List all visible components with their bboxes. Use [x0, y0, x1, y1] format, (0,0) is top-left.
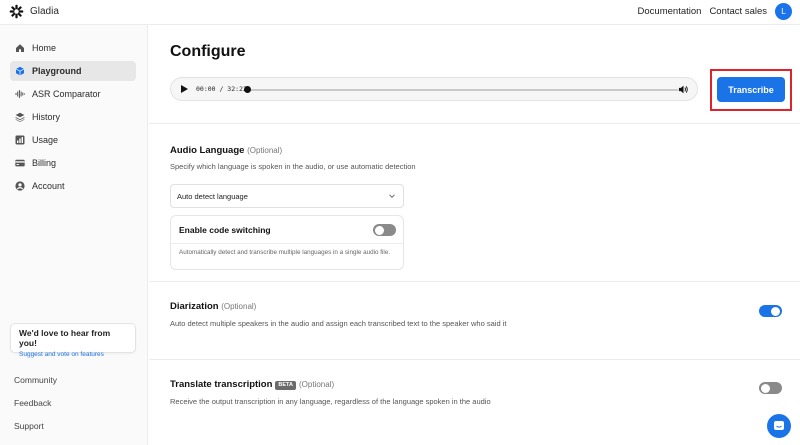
avatar[interactable]: L: [775, 3, 792, 20]
seek-handle[interactable]: [244, 86, 251, 93]
diarization-label: Diarization: [170, 301, 219, 312]
sidebar-item-playground[interactable]: Playground: [10, 61, 136, 81]
sidebar-item-home[interactable]: Home: [10, 38, 136, 58]
feedback-link[interactable]: Suggest and vote on features: [19, 351, 127, 358]
bar-chart-icon: [15, 135, 25, 145]
beta-badge: BETA: [275, 380, 296, 390]
brand[interactable]: Gladia: [9, 4, 59, 19]
language-select[interactable]: Auto detect language: [170, 184, 404, 208]
chevron-down-icon: [389, 194, 395, 199]
audio-language-description: Specify which language is spoken in the …: [170, 162, 416, 171]
top-bar: Gladia Documentation Contact sales L: [0, 0, 800, 25]
sidebar-item-label: Usage: [32, 135, 59, 145]
chat-icon: [774, 421, 784, 430]
sidebar-item-usage[interactable]: Usage: [10, 130, 136, 150]
layers-icon: [15, 112, 25, 122]
sidebar-item-history[interactable]: History: [10, 107, 136, 127]
diarization-toggle[interactable]: [759, 305, 782, 317]
play-icon[interactable]: [181, 85, 188, 93]
diarization-title: Diarization (Optional): [170, 301, 256, 312]
sidebar: Home Playground ASR Comparator History U…: [0, 25, 148, 445]
language-select-value: Auto detect language: [177, 192, 248, 201]
translate-description: Receive the output transcription in any …: [170, 397, 491, 406]
feedback-title: We'd love to hear from you!: [19, 328, 111, 348]
sidebar-item-label: Billing: [32, 158, 57, 168]
code-switching-toggle[interactable]: [373, 224, 396, 236]
cube-icon: [15, 66, 25, 76]
page-title: Configure: [170, 43, 246, 60]
diarization-description: Auto detect multiple speakers in the aud…: [170, 319, 507, 328]
optional-label: (Optional): [299, 380, 335, 389]
user-circle-icon: [15, 181, 25, 191]
feedback-card[interactable]: We'd love to hear from you! Suggest and …: [10, 323, 136, 358]
header-links: Documentation Contact sales: [638, 6, 767, 17]
sidebar-item-label: Playground: [32, 66, 82, 76]
support-link[interactable]: Support: [14, 421, 44, 431]
code-switching-card: Enable code switching Automatically dete…: [170, 215, 404, 270]
sidebar-item-label: Home: [32, 43, 57, 53]
code-switching-header: Enable code switching: [171, 216, 403, 244]
optional-label: (Optional): [221, 302, 257, 311]
seek-bar[interactable]: [248, 89, 678, 91]
gladia-logo-icon: [9, 4, 24, 19]
translate-title: Translate transcription BETA (Optional): [170, 379, 334, 390]
credit-card-icon: [15, 159, 25, 167]
chat-launcher-button[interactable]: [767, 414, 791, 438]
audio-player: 00:00 / 32:22: [170, 77, 698, 101]
brand-name: Gladia: [30, 6, 59, 17]
section-divider: [149, 123, 800, 124]
transcribe-highlight: Transcribe: [710, 69, 792, 111]
section-divider: [149, 359, 800, 360]
waveform-icon: [15, 90, 25, 98]
optional-label: (Optional): [247, 146, 283, 155]
home-icon: [16, 44, 24, 52]
code-switching-title: Enable code switching: [179, 225, 271, 235]
sidebar-item-asr-comparator[interactable]: ASR Comparator: [10, 84, 136, 104]
community-link[interactable]: Community: [14, 375, 57, 385]
sidebar-item-label: Account: [32, 181, 65, 191]
volume-icon[interactable]: [678, 84, 689, 95]
contact-sales-link[interactable]: Contact sales: [709, 6, 767, 17]
main-content: Configure 00:00 / 32:22 Transcribe Audio…: [149, 25, 800, 445]
code-switching-description: Automatically detect and transcribe mult…: [179, 249, 391, 256]
translate-toggle[interactable]: [759, 382, 782, 394]
feedback-nav-link[interactable]: Feedback: [14, 398, 51, 408]
sidebar-item-label: ASR Comparator: [32, 89, 101, 99]
sidebar-item-billing[interactable]: Billing: [10, 153, 136, 173]
transcribe-button[interactable]: Transcribe: [717, 77, 785, 102]
sidebar-item-label: History: [32, 112, 61, 122]
section-divider: [149, 281, 800, 282]
playback-time: 00:00 / 32:22: [196, 85, 247, 93]
audio-language-label: Audio Language: [170, 145, 245, 156]
translate-label: Translate transcription: [170, 379, 273, 390]
audio-language-title: Audio Language (Optional): [170, 145, 282, 156]
sidebar-item-account[interactable]: Account: [10, 176, 136, 196]
documentation-link[interactable]: Documentation: [638, 6, 702, 17]
